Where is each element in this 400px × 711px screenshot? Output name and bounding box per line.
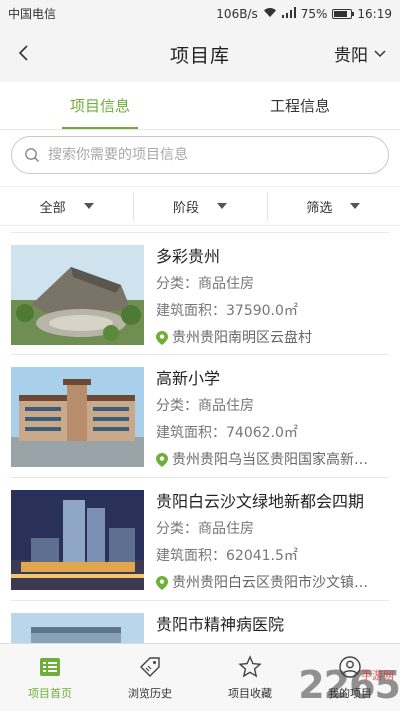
tab-project-info[interactable]: 项目信息 [0,82,200,129]
address-text: 贵州贵阳乌当区贵阳国家高新… [172,452,368,468]
address-text: 贵州贵阳南明区云盘村 [172,330,312,346]
tab-engineering-info[interactable]: 工程信息 [200,82,400,129]
list-item[interactable]: 高新小学 分类：商品住房 建筑面积：74062.0㎡ 贵州贵阳乌当区贵阳国家高新… [11,355,389,478]
project-title: 贵阳市精神病医院 [156,615,285,634]
city-selector[interactable]: 贵阳 [334,41,386,66]
location-pin-icon [156,576,168,590]
nav-browse-history[interactable]: 浏览历史 [100,644,200,711]
clock: 16:19 [357,6,392,21]
list-item[interactable]: 多彩贵州 分类：商品住房 建筑面积：37590.0㎡ 贵州贵阳南明区云盘村 [11,232,389,355]
carrier-text: 中国电信 [8,7,57,21]
location-pin-icon [156,331,168,345]
list-icon [40,657,60,676]
chevron-down-icon [374,49,386,57]
filter-stage-label: 阶段 [172,200,199,216]
wifi-icon [263,7,277,21]
project-title: 高新小学 [156,369,221,388]
project-thumbnail [11,245,144,345]
project-thumbnail [11,367,144,467]
nav-project-favorites-label: 项目收藏 [228,686,272,700]
city-label: 贵阳 [334,46,368,66]
search-box [11,136,389,174]
project-address: 贵州贵阳乌当区贵阳国家高新… [156,448,390,472]
project-address: 贵州贵阳南明区云盘村 [156,326,390,350]
list-item[interactable]: 贵阳白云沙文绿地新都会四期 分类：商品住房 建筑面积：62041.5㎡ 贵州贵阳… [11,478,389,601]
filter-stage[interactable]: 阶段 [133,187,266,225]
filter-all-label: 全部 [39,200,66,216]
signal-icon [281,6,296,21]
nav-bar: 项目库 贵阳 [0,27,400,82]
project-area: 建筑面积：74062.0㎡ [156,425,298,441]
network-speed: 106B/s [216,6,258,21]
project-list[interactable]: 多彩贵州 分类：商品住房 建筑面积：37590.0㎡ 贵州贵阳南明区云盘村 高新… [0,232,400,643]
project-address: 贵州贵阳白云区贵阳市沙文镇… [156,571,390,595]
page-title: 项目库 [169,45,230,67]
search-icon [25,148,40,163]
tab-bar: 项目信息 工程信息 [0,82,400,130]
search-input[interactable] [48,147,368,163]
filter-all[interactable]: 全部 [0,187,133,225]
list-item[interactable]: 贵阳市精神病医院 [11,601,389,643]
star-icon [238,654,262,677]
project-title: 贵阳白云沙文绿地新都会四期 [156,492,365,511]
nav-project-home-label: 项目首页 [28,686,72,700]
back-button[interactable] [8,37,40,69]
project-thumbnail [11,490,144,590]
address-text: 贵州贵阳白云区贵阳市沙文镇… [172,575,368,591]
filter-screen[interactable]: 筛选 [266,187,400,225]
project-title: 多彩贵州 [156,247,221,266]
battery-icon [332,8,355,19]
project-category: 分类：商品住房 [156,521,254,537]
watermark-logo: 2265 手游网 [298,663,400,707]
project-category: 分类：商品住房 [156,276,254,292]
triangle-down-icon [350,203,361,209]
triangle-down-icon [83,203,94,209]
filter-bar: 全部 阶段 筛选 [0,186,400,226]
project-area: 建筑面积：62041.5㎡ [156,548,298,564]
watermark-text: 手游网 [361,669,394,682]
tag-icon [140,656,160,677]
project-area: 建筑面积：37590.0㎡ [156,303,298,319]
project-thumbnail [11,613,144,643]
battery-percent: 75% [300,6,328,21]
nav-project-home[interactable]: 项目首页 [0,644,100,711]
triangle-down-icon [217,203,227,209]
chevron-left-icon [18,45,28,61]
nav-browse-history-label: 浏览历史 [128,686,172,700]
nav-project-favorites[interactable]: 项目收藏 [200,644,300,711]
location-pin-icon [156,453,168,467]
status-bar: 中国电信 106B/s 75% 16:19 [0,0,400,27]
project-category: 分类：商品住房 [156,398,254,414]
filter-screen-label: 筛选 [306,200,333,216]
